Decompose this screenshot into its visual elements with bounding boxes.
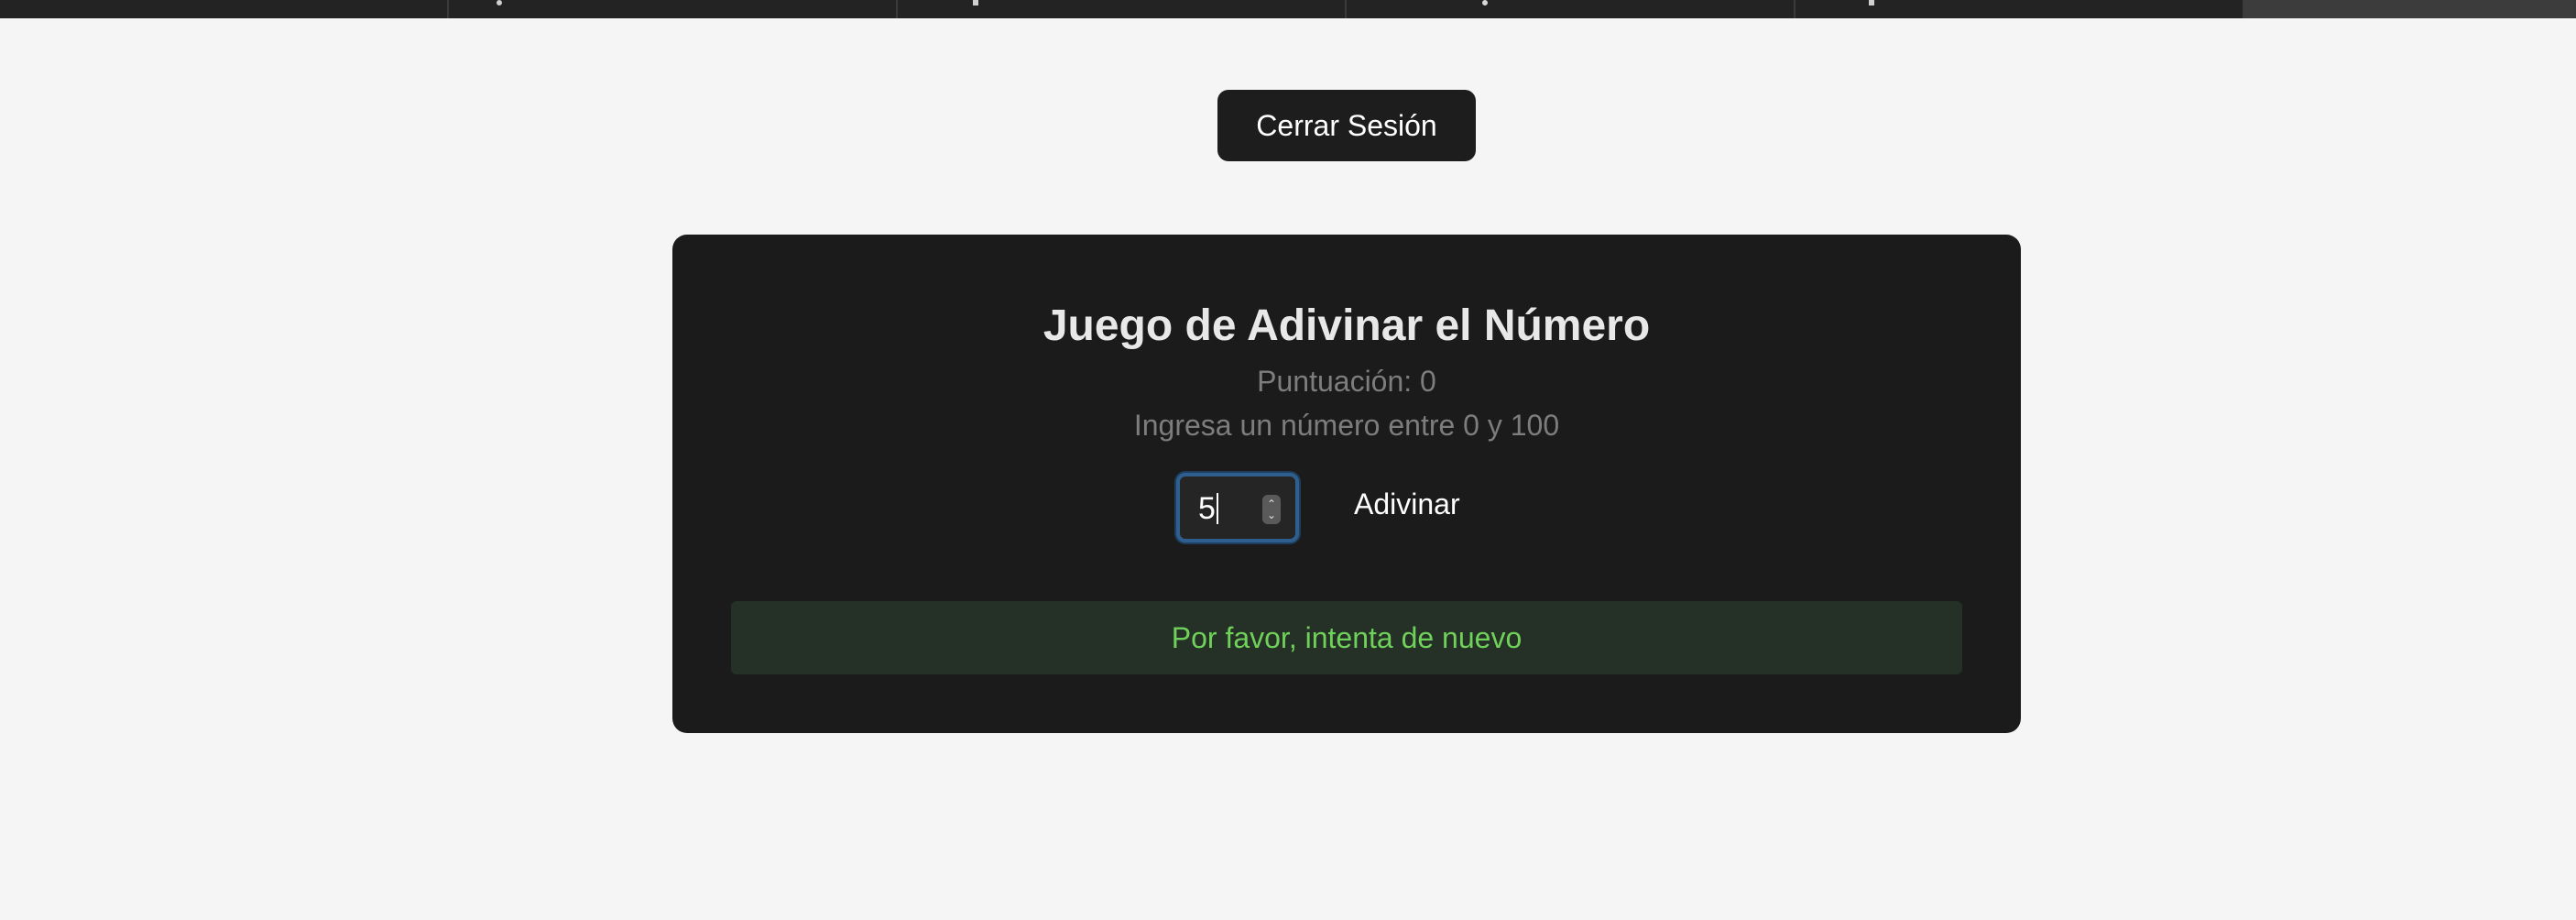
- number-input-value: 5: [1198, 491, 1216, 526]
- instruction-text: Ingresa un número entre 0 y 100: [1133, 409, 1560, 442]
- square-icon: [973, 0, 978, 5]
- browser-tab[interactable]: [1347, 0, 1796, 18]
- game-card: Juego de Adivinar el Número Puntuación: …: [672, 235, 2021, 733]
- number-input[interactable]: 5 ⌃ ⌄: [1176, 473, 1299, 542]
- browser-tab-active[interactable]: [2244, 0, 2576, 18]
- number-stepper-icon[interactable]: ⌃ ⌄: [1262, 495, 1281, 524]
- game-title: Juego de Adivinar el Número: [1042, 301, 1651, 350]
- feedback-message: Por favor, intenta de nuevo: [731, 601, 1962, 674]
- green-circle-icon: [1482, 0, 1488, 5]
- browser-tab-strip: [0, 0, 2576, 18]
- logout-button[interactable]: Cerrar Sesión: [1217, 90, 1476, 161]
- browser-tab[interactable]: [1796, 0, 2244, 18]
- square-icon: [1869, 0, 1874, 5]
- browser-tab[interactable]: [0, 0, 449, 18]
- score-text: Puntuación: 0: [1257, 365, 1436, 398]
- guess-button[interactable]: Adivinar: [1354, 487, 1460, 521]
- chevron-down-icon[interactable]: ⌄: [1267, 509, 1276, 520]
- browser-tab[interactable]: [898, 0, 1347, 18]
- browser-tab[interactable]: [449, 0, 898, 18]
- circle-icon: [497, 0, 502, 5]
- text-caret: [1217, 493, 1218, 524]
